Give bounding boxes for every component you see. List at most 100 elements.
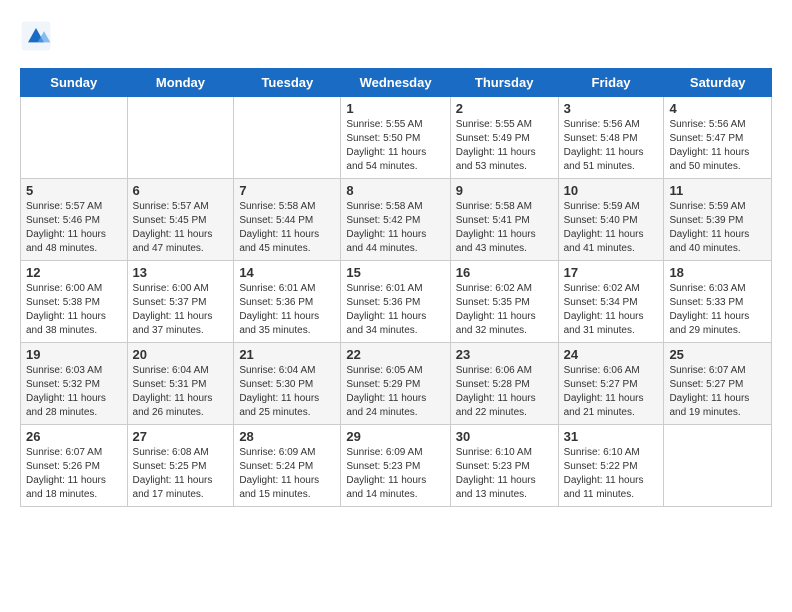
cell-info: Sunrise: 5:57 AM Sunset: 5:46 PM Dayligh…: [26, 200, 122, 256]
cell-info: Sunrise: 5:56 AM Sunset: 5:48 PM Dayligh…: [564, 118, 659, 174]
calendar-cell: 6 Sunrise: 5:57 AM Sunset: 5:45 PM Daylig…: [127, 179, 234, 261]
day-number: 22: [346, 347, 444, 362]
cell-info: Sunrise: 5:58 AM Sunset: 5:41 PM Dayligh…: [456, 200, 553, 256]
calendar-cell: [234, 97, 341, 179]
cell-info: Sunrise: 5:56 AM Sunset: 5:47 PM Dayligh…: [669, 118, 766, 174]
calendar-cell: [127, 97, 234, 179]
day-number: 26: [26, 429, 122, 444]
cell-info: Sunrise: 6:10 AM Sunset: 5:22 PM Dayligh…: [564, 446, 659, 502]
day-number: 10: [564, 183, 659, 198]
logo-icon: [20, 20, 52, 52]
day-number: 17: [564, 265, 659, 280]
cell-info: Sunrise: 6:06 AM Sunset: 5:27 PM Dayligh…: [564, 364, 659, 420]
calendar-week-row: 19 Sunrise: 6:03 AM Sunset: 5:32 PM Dayli…: [21, 343, 772, 425]
calendar-cell: 28Sunrise: 6:09 AM Sunset: 5:24 PM Dayli…: [234, 425, 341, 507]
calendar-cell: 23Sunrise: 6:06 AM Sunset: 5:28 PM Dayli…: [450, 343, 558, 425]
calendar-cell: 30 Sunrise: 6:10 AM Sunset: 5:23 PM Dayli…: [450, 425, 558, 507]
calendar-cell: 15 Sunrise: 6:01 AM Sunset: 5:36 PM Dayli…: [341, 261, 450, 343]
weekday-header: Monday: [127, 69, 234, 97]
cell-info: Sunrise: 6:07 AM Sunset: 5:26 PM Dayligh…: [26, 446, 122, 502]
day-number: 13: [133, 265, 229, 280]
calendar-header-row: SundayMondayTuesdayWednesdayThursdayFrid…: [21, 69, 772, 97]
weekday-header: Tuesday: [234, 69, 341, 97]
calendar-cell: 27Sunrise: 6:08 AM Sunset: 5:25 PM Dayli…: [127, 425, 234, 507]
calendar-cell: 4 Sunrise: 5:56 AM Sunset: 5:47 PM Daylig…: [664, 97, 772, 179]
cell-info: Sunrise: 5:58 AM Sunset: 5:42 PM Dayligh…: [346, 200, 444, 256]
calendar-cell: 20Sunrise: 6:04 AM Sunset: 5:31 PM Dayli…: [127, 343, 234, 425]
day-number: 27: [133, 429, 229, 444]
calendar-cell: 12 Sunrise: 6:00 AM Sunset: 5:38 PM Dayli…: [21, 261, 128, 343]
day-number: 20: [133, 347, 229, 362]
calendar-table: SundayMondayTuesdayWednesdayThursdayFrid…: [20, 68, 772, 507]
cell-info: Sunrise: 6:01 AM Sunset: 5:36 PM Dayligh…: [346, 282, 444, 338]
day-number: 16: [456, 265, 553, 280]
calendar-cell: 9Sunrise: 5:58 AM Sunset: 5:41 PM Daylig…: [450, 179, 558, 261]
day-number: 3: [564, 101, 659, 116]
calendar-week-row: 1Sunrise: 5:55 AM Sunset: 5:50 PM Daylig…: [21, 97, 772, 179]
calendar-cell: 17 Sunrise: 6:02 AM Sunset: 5:34 PM Dayli…: [558, 261, 664, 343]
day-number: 29: [346, 429, 444, 444]
cell-info: Sunrise: 6:04 AM Sunset: 5:30 PM Dayligh…: [239, 364, 335, 420]
day-number: 19: [26, 347, 122, 362]
day-number: 14: [239, 265, 335, 280]
calendar-cell: 29 Sunrise: 6:09 AM Sunset: 5:23 PM Dayli…: [341, 425, 450, 507]
logo: [20, 20, 56, 52]
day-number: 23: [456, 347, 553, 362]
cell-info: Sunrise: 5:59 AM Sunset: 5:39 PM Dayligh…: [669, 200, 766, 256]
calendar-cell: 1Sunrise: 5:55 AM Sunset: 5:50 PM Daylig…: [341, 97, 450, 179]
calendar-cell: [664, 425, 772, 507]
cell-info: Sunrise: 6:02 AM Sunset: 5:35 PM Dayligh…: [456, 282, 553, 338]
calendar-cell: 21 Sunrise: 6:04 AM Sunset: 5:30 PM Dayli…: [234, 343, 341, 425]
cell-info: Sunrise: 6:09 AM Sunset: 5:23 PM Dayligh…: [346, 446, 444, 502]
day-number: 30: [456, 429, 553, 444]
calendar-cell: 26 Sunrise: 6:07 AM Sunset: 5:26 PM Dayli…: [21, 425, 128, 507]
calendar-cell: 7 Sunrise: 5:58 AM Sunset: 5:44 PM Daylig…: [234, 179, 341, 261]
calendar-cell: 11 Sunrise: 5:59 AM Sunset: 5:39 PM Dayli…: [664, 179, 772, 261]
calendar-cell: 5 Sunrise: 5:57 AM Sunset: 5:46 PM Daylig…: [21, 179, 128, 261]
day-number: 15: [346, 265, 444, 280]
day-number: 7: [239, 183, 335, 198]
day-number: 1: [346, 101, 444, 116]
calendar-cell: 19 Sunrise: 6:03 AM Sunset: 5:32 PM Dayli…: [21, 343, 128, 425]
calendar-cell: 24 Sunrise: 6:06 AM Sunset: 5:27 PM Dayli…: [558, 343, 664, 425]
day-number: 2: [456, 101, 553, 116]
calendar-cell: [21, 97, 128, 179]
day-number: 6: [133, 183, 229, 198]
day-number: 4: [669, 101, 766, 116]
day-number: 21: [239, 347, 335, 362]
calendar-week-row: 12 Sunrise: 6:00 AM Sunset: 5:38 PM Dayli…: [21, 261, 772, 343]
day-number: 25: [669, 347, 766, 362]
day-number: 11: [669, 183, 766, 198]
page-header: [20, 20, 772, 52]
weekday-header: Thursday: [450, 69, 558, 97]
day-number: 8: [346, 183, 444, 198]
calendar-cell: 14 Sunrise: 6:01 AM Sunset: 5:36 PM Dayli…: [234, 261, 341, 343]
calendar-cell: 22 Sunrise: 6:05 AM Sunset: 5:29 PM Dayli…: [341, 343, 450, 425]
calendar-cell: 16 Sunrise: 6:02 AM Sunset: 5:35 PM Dayli…: [450, 261, 558, 343]
calendar-cell: 13 Sunrise: 6:00 AM Sunset: 5:37 PM Dayli…: [127, 261, 234, 343]
weekday-header: Sunday: [21, 69, 128, 97]
calendar-cell: 25 Sunrise: 6:07 AM Sunset: 5:27 PM Dayli…: [664, 343, 772, 425]
cell-info: Sunrise: 6:05 AM Sunset: 5:29 PM Dayligh…: [346, 364, 444, 420]
cell-info: Sunrise: 6:01 AM Sunset: 5:36 PM Dayligh…: [239, 282, 335, 338]
cell-info: Sunrise: 5:57 AM Sunset: 5:45 PM Dayligh…: [133, 200, 229, 256]
cell-info: Sunrise: 5:58 AM Sunset: 5:44 PM Dayligh…: [239, 200, 335, 256]
day-number: 31: [564, 429, 659, 444]
weekday-header: Wednesday: [341, 69, 450, 97]
cell-info: Sunrise: 6:02 AM Sunset: 5:34 PM Dayligh…: [564, 282, 659, 338]
cell-info: Sunrise: 6:07 AM Sunset: 5:27 PM Dayligh…: [669, 364, 766, 420]
calendar-cell: 8 Sunrise: 5:58 AM Sunset: 5:42 PM Daylig…: [341, 179, 450, 261]
day-number: 28: [239, 429, 335, 444]
cell-info: Sunrise: 6:00 AM Sunset: 5:38 PM Dayligh…: [26, 282, 122, 338]
calendar-cell: 10 Sunrise: 5:59 AM Sunset: 5:40 PM Dayli…: [558, 179, 664, 261]
day-number: 24: [564, 347, 659, 362]
day-number: 5: [26, 183, 122, 198]
cell-info: Sunrise: 6:00 AM Sunset: 5:37 PM Dayligh…: [133, 282, 229, 338]
calendar-cell: 2 Sunrise: 5:55 AM Sunset: 5:49 PM Daylig…: [450, 97, 558, 179]
cell-info: Sunrise: 5:59 AM Sunset: 5:40 PM Dayligh…: [564, 200, 659, 256]
cell-info: Sunrise: 6:03 AM Sunset: 5:32 PM Dayligh…: [26, 364, 122, 420]
calendar-week-row: 26 Sunrise: 6:07 AM Sunset: 5:26 PM Dayli…: [21, 425, 772, 507]
cell-info: Sunrise: 6:10 AM Sunset: 5:23 PM Dayligh…: [456, 446, 553, 502]
cell-info: Sunrise: 5:55 AM Sunset: 5:49 PM Dayligh…: [456, 118, 553, 174]
day-number: 12: [26, 265, 122, 280]
